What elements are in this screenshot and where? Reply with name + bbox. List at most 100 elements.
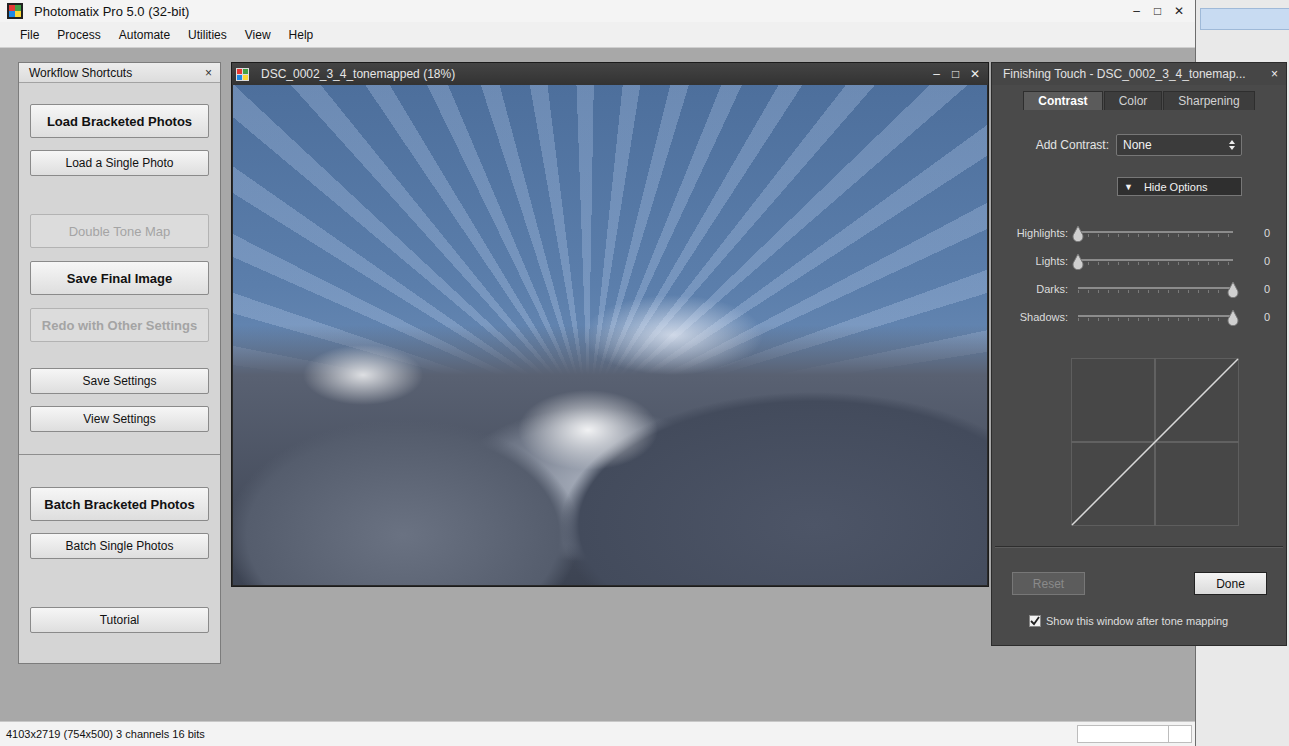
show-after-checkbox-row[interactable]: Show this window after tone mapping xyxy=(1029,615,1286,627)
panel-header[interactable]: Workflow Shortcuts × xyxy=(19,63,220,83)
slider-row: Highlights: 0 xyxy=(992,225,1286,253)
workflow-button[interactable]: Batch Single Photos xyxy=(30,533,209,559)
tab[interactable]: Sharpening xyxy=(1163,91,1254,110)
workflow-button[interactable]: View Settings xyxy=(30,406,209,432)
workflow-button[interactable]: Save Final Image xyxy=(30,261,209,295)
button-section: Load Bracketed Photos Load a Single Photo… xyxy=(19,83,220,454)
track-line xyxy=(1078,231,1233,233)
app-logo-icon xyxy=(7,3,23,19)
tone-curve[interactable] xyxy=(1071,358,1239,526)
workflow-button[interactable]: Load a Single Photo xyxy=(30,150,209,176)
track-ticks xyxy=(1078,290,1233,293)
slider-track[interactable] xyxy=(1078,225,1233,243)
slider-value: 0 xyxy=(1264,225,1270,241)
window-control-button[interactable]: – xyxy=(927,67,946,81)
slider-handle-icon[interactable] xyxy=(1227,310,1239,326)
window-control-button[interactable]: ✕ xyxy=(1168,2,1189,20)
slider-handle-icon[interactable] xyxy=(1072,254,1084,270)
track-line xyxy=(1078,259,1233,261)
button-label: Hide Options xyxy=(1144,181,1208,193)
window-control-button[interactable]: □ xyxy=(946,67,965,81)
select-value: None xyxy=(1123,138,1152,152)
image-window: DSC_0002_3_4_tonemapped (18%) –□✕ xyxy=(231,62,989,587)
photo xyxy=(233,85,987,585)
checkbox[interactable] xyxy=(1029,615,1041,627)
close-button[interactable]: × xyxy=(205,66,212,80)
workflow-button[interactable]: Tutorial xyxy=(30,607,209,633)
menu-item[interactable]: File xyxy=(11,28,48,42)
status-bar: 4103x2719 (754x500) 3 channels 16 bits xyxy=(0,721,1195,746)
title-bar: Photomatix Pro 5.0 (32-bit) –□✕ xyxy=(0,0,1195,22)
updown-arrows-icon xyxy=(1229,140,1235,150)
add-contrast-label: Add Contrast: xyxy=(992,138,1109,152)
window-control-button[interactable]: □ xyxy=(1147,2,1168,20)
window-control-button[interactable]: ✕ xyxy=(965,67,984,81)
slider-handle-icon[interactable] xyxy=(1072,226,1084,242)
panel-title: Finishing Touch - DSC_0002_3_4_tonemap..… xyxy=(1003,67,1246,81)
close-button[interactable]: × xyxy=(1271,67,1278,81)
workflow-button[interactable]: Save Settings xyxy=(30,368,209,394)
dialog-button[interactable]: Done xyxy=(1194,572,1267,595)
checkbox-label: Show this window after tone mapping xyxy=(1046,615,1228,627)
add-contrast-row: Add Contrast: None xyxy=(992,134,1286,156)
slider-track[interactable] xyxy=(1078,253,1233,271)
checkmark-icon xyxy=(1030,616,1040,626)
window-controls: –□✕ xyxy=(927,67,984,81)
image-title: DSC_0002_3_4_tonemapped (18%) xyxy=(261,67,455,81)
workflow-button[interactable]: Double Tone Map xyxy=(30,214,209,248)
tab[interactable]: Contrast xyxy=(1023,91,1102,110)
track-ticks xyxy=(1078,262,1233,265)
track-ticks xyxy=(1078,234,1233,237)
menu-bar: FileProcessAutomateUtilitiesViewHelp xyxy=(0,22,1195,48)
slider-row: Shadows:0 xyxy=(992,309,1286,337)
window-controls: –□✕ xyxy=(1126,2,1189,20)
status-text: 4103x2719 (754x500) 3 channels 16 bits xyxy=(6,728,205,740)
button-group: Double Tone Map Save Final Image Redo with… xyxy=(30,214,209,342)
status-cell xyxy=(1168,725,1192,743)
window-title: Photomatix Pro 5.0 (32-bit) xyxy=(34,4,189,19)
hide-options-button[interactable]: ▼ Hide Options xyxy=(1117,177,1242,196)
menu-item[interactable]: Utilities xyxy=(179,28,236,42)
menu-item[interactable]: Process xyxy=(48,28,109,42)
separator xyxy=(995,546,1283,548)
slider-track[interactable] xyxy=(1078,309,1233,327)
options-toggle-glyph: ▼ xyxy=(1124,182,1133,192)
dialog-button[interactable]: Reset xyxy=(1012,572,1085,595)
workflow-button[interactable]: Load Bracketed Photos xyxy=(30,104,209,138)
button-group: Tutorial xyxy=(30,607,209,633)
slider-list: Highlights: 0 Lights: 0 Darks: 0 Shadows:0 xyxy=(992,225,1286,337)
tab[interactable]: Color xyxy=(1104,91,1163,110)
menu-item[interactable]: Automate xyxy=(110,28,179,42)
panel-title: Workflow Shortcuts xyxy=(29,66,132,80)
workflow-panel: Workflow Shortcuts × Load Bracketed Photos… xyxy=(18,62,221,664)
add-contrast-select[interactable]: None xyxy=(1116,134,1242,156)
button-group: Load Bracketed Photos Load a Single Photo xyxy=(30,104,209,176)
slider-value: 0 xyxy=(1264,281,1270,297)
track-line xyxy=(1078,315,1233,317)
menu-item[interactable]: Help xyxy=(280,28,323,42)
button-group: Save Settings View Settings xyxy=(30,368,209,432)
slider-label: Shadows: xyxy=(992,309,1068,325)
workflow-button[interactable]: Redo with Other Settings xyxy=(30,308,209,342)
slider-label: Lights: xyxy=(992,253,1068,269)
menu-item[interactable]: View xyxy=(236,28,280,42)
tab-bar: ContrastColorSharpening xyxy=(992,91,1286,110)
track-line xyxy=(1078,287,1233,289)
window-control-button[interactable]: – xyxy=(1126,2,1147,20)
status-cells xyxy=(1077,725,1192,743)
slider-label: Highlights: xyxy=(992,225,1068,241)
slider-track[interactable] xyxy=(1078,281,1233,299)
slider-value: 0 xyxy=(1264,253,1270,269)
slider-handle-icon[interactable] xyxy=(1227,282,1239,298)
button-group: Batch Bracketed Photos Batch Single Photo… xyxy=(30,487,209,559)
document-icon xyxy=(236,68,249,81)
status-cell xyxy=(1077,725,1168,743)
slider-label: Darks: xyxy=(992,281,1068,297)
finishing-touch-panel: Finishing Touch - DSC_0002_3_4_tonemap..… xyxy=(991,62,1287,646)
panel-header[interactable]: Finishing Touch - DSC_0002_3_4_tonemap..… xyxy=(992,63,1286,85)
slider-row: Lights: 0 xyxy=(992,253,1286,281)
button-row: Reset Done xyxy=(992,572,1286,595)
workflow-button[interactable]: Batch Bracketed Photos xyxy=(30,487,209,521)
screen: Photomatix Pro 5.0 (32-bit)–□✕FileProces… xyxy=(0,0,1289,746)
image-title-bar[interactable]: DSC_0002_3_4_tonemapped (18%) –□✕ xyxy=(232,63,988,85)
